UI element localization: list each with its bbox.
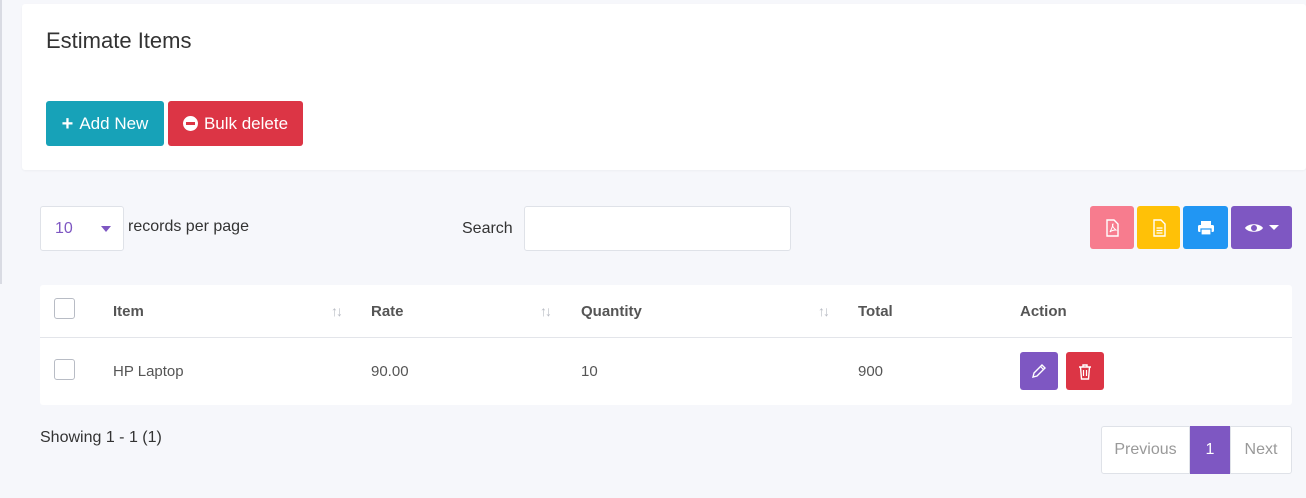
column-header-quantity[interactable]: Quantity [581, 303, 642, 320]
caret-down-icon [101, 226, 111, 232]
left-divider [0, 0, 2, 284]
showing-info: Showing 1 - 1 (1) [40, 429, 162, 446]
select-all-checkbox[interactable] [54, 298, 75, 319]
per-page-label: records per page [128, 218, 249, 235]
plus-icon: + [61, 112, 74, 135]
page-title: Estimate Items [46, 28, 192, 53]
row-checkbox[interactable] [54, 359, 75, 380]
cell-quantity: 10 [581, 363, 598, 380]
records-per-page-select[interactable]: 10 [40, 206, 124, 251]
column-header-item[interactable]: Item [113, 303, 144, 320]
cell-total: 900 [858, 363, 884, 380]
previous-page-button[interactable]: Previous [1101, 426, 1190, 474]
table-header: Item ↑↓ Rate ↑↓ Quantity ↑↓ Total Action [40, 285, 1292, 338]
trash-icon [1079, 363, 1091, 380]
per-page-value: 10 [55, 219, 73, 237]
csv-icon [1152, 218, 1166, 237]
eye-icon [1245, 223, 1263, 232]
pencil-icon [1032, 364, 1046, 378]
edit-button[interactable] [1020, 352, 1058, 390]
search-label: Search [462, 220, 513, 237]
pagination: Previous 1 Next [1101, 426, 1292, 474]
delete-button[interactable] [1066, 352, 1104, 390]
page-header-card: Estimate Items + Add New Bulk delete [22, 4, 1306, 170]
export-csv-button[interactable] [1137, 206, 1180, 249]
page-1-button[interactable]: 1 [1190, 426, 1230, 474]
column-header-action: Action [1020, 303, 1067, 320]
sort-icon[interactable]: ↑↓ [818, 303, 830, 319]
cell-item: HP Laptop [113, 363, 184, 380]
sort-icon[interactable]: ↑↓ [540, 303, 552, 319]
sort-icon[interactable]: ↑↓ [331, 303, 343, 319]
items-table: Item ↑↓ Rate ↑↓ Quantity ↑↓ Total Action… [40, 285, 1292, 405]
search-input[interactable] [524, 206, 791, 251]
column-visibility-button[interactable] [1231, 206, 1292, 249]
column-header-rate[interactable]: Rate [371, 303, 404, 320]
print-icon [1197, 220, 1214, 236]
minus-circle-icon [182, 116, 198, 131]
add-new-button[interactable]: + Add New [46, 101, 164, 146]
pdf-icon [1106, 218, 1119, 237]
bulk-delete-button[interactable]: Bulk delete [168, 101, 303, 146]
column-header-total: Total [858, 303, 893, 320]
add-new-label: Add New [79, 113, 149, 133]
export-pdf-button[interactable] [1090, 206, 1134, 249]
cell-rate: 90.00 [371, 363, 409, 380]
next-page-button[interactable]: Next [1230, 426, 1292, 474]
bulk-delete-label: Bulk delete [203, 113, 289, 133]
print-button[interactable] [1183, 206, 1228, 249]
caret-down-icon [1269, 225, 1279, 230]
